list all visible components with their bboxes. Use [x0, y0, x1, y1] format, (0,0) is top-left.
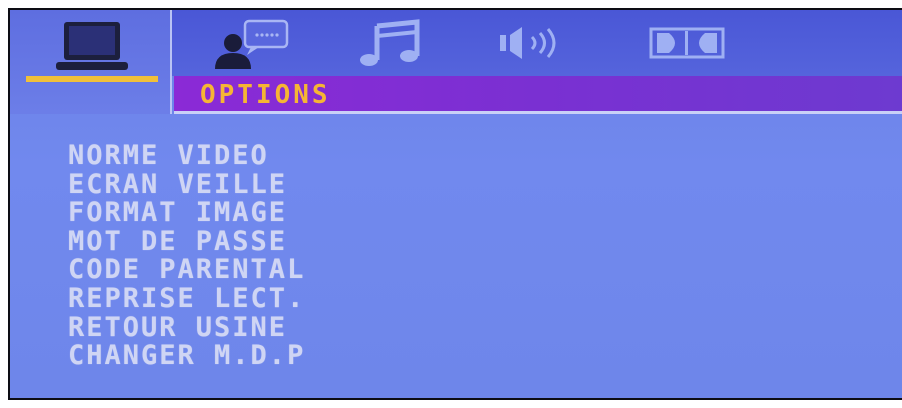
tab-bar — [10, 10, 902, 114]
monitor-icon — [56, 22, 128, 70]
tab-video[interactable] — [10, 10, 172, 114]
tab-speaker[interactable] — [490, 10, 580, 76]
menu-item-reprise-lect[interactable]: REPRISE LECT. — [68, 285, 305, 314]
menu-item-ecran-veille[interactable]: ECRAN VEILLE — [68, 170, 305, 200]
menu-item-changer-mdp[interactable]: CHANGER M.D.P — [68, 342, 305, 371]
speaker-icon — [500, 27, 556, 59]
menu-item-norme-video[interactable]: NORME VIDEO — [68, 142, 305, 171]
menu-item-code-parental[interactable]: CODE PARENTAL — [68, 256, 305, 285]
menu-item-mot-de-passe[interactable]: MOT DE PASSE — [68, 227, 305, 257]
selected-tab-underline — [26, 76, 158, 82]
menu-item-retour-usine[interactable]: RETOUR USINE — [68, 313, 305, 343]
dolby-icon — [649, 27, 725, 59]
section-title: OPTIONS — [200, 80, 331, 110]
music-note-icon — [360, 19, 420, 66]
tab-dolby[interactable] — [642, 10, 732, 76]
options-menu: NORME VIDEO ECRAN VEILLE FORMAT IMAGE MO… — [68, 142, 305, 371]
menu-item-format-image[interactable]: FORMAT IMAGE — [68, 199, 305, 228]
section-title-bar: OPTIONS — [174, 76, 902, 114]
tab-audio[interactable] — [350, 10, 430, 76]
osd-screen: OPTIONS NORME VIDEO ECRAN VEILLE FORMAT … — [8, 8, 902, 400]
tab-language[interactable] — [196, 10, 296, 76]
person-speech-icon — [215, 19, 289, 69]
